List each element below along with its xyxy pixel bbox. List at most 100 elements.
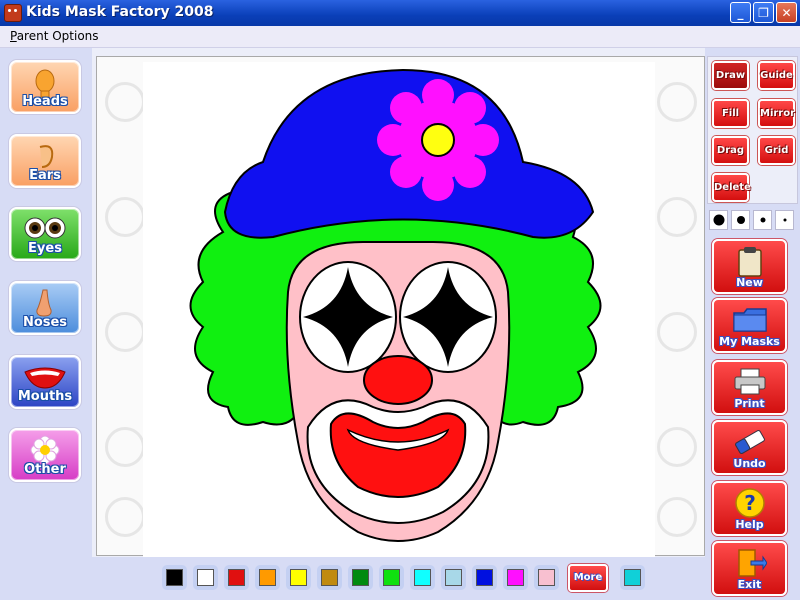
mouth-icon [24,367,66,389]
watermark-face-icon [657,82,697,122]
color-swatch[interactable] [286,565,311,590]
brush-size-tiny[interactable] [775,210,794,230]
color-chip [259,569,276,586]
watermark-face-icon [657,427,697,467]
color-chip [507,569,524,586]
close-button[interactable]: ✕ [776,2,797,23]
heads-label: Heads [22,94,68,109]
color-chip [321,569,338,586]
new-label: New [736,276,763,289]
other-button[interactable]: Other [9,428,81,482]
hat-flower[interactable] [377,79,499,201]
clown-left-eye[interactable] [299,261,397,373]
eyes-label: Eyes [28,241,62,256]
grid-tool-button[interactable]: Grid [758,136,795,165]
mirror-tool-button[interactable]: Mirror [758,99,795,128]
selected-color-swatch[interactable] [620,565,645,590]
mouths-button[interactable]: Mouths [9,355,81,409]
noses-label: Noses [22,315,68,330]
exit-label: Exit [737,578,762,591]
heads-button[interactable]: Heads [9,60,81,114]
color-chip [476,569,493,586]
eraser-icon [734,430,765,454]
color-swatch[interactable] [224,565,249,590]
mouths-label: Mouths [17,389,73,404]
watermark-face-icon [657,497,697,537]
print-button[interactable]: Print [712,360,787,415]
help-label: Help [735,518,764,531]
watermark-face-icon [105,82,145,122]
help-icon: ? [734,488,765,518]
watermark-face-icon [105,427,145,467]
brush-size-large[interactable] [709,210,728,230]
ears-label: Ears [29,168,61,183]
more-colors-button[interactable]: More [568,564,608,592]
color-swatch[interactable] [193,565,218,590]
menu-label: arent Options [16,29,99,43]
color-swatch[interactable] [472,565,497,590]
minimize-button[interactable]: _ [730,2,751,23]
menu-bar: Parent Options [0,26,800,48]
color-chip [228,569,245,586]
printer-icon [734,368,765,395]
other-label: Other [24,462,66,477]
title-bar: Kids Mask Factory 2008 _ ❐ ✕ [0,0,800,26]
color-swatch[interactable] [410,565,435,590]
color-chip [197,569,214,586]
exit-door-icon [737,549,767,577]
color-swatch[interactable] [503,565,528,590]
guide-tool-button[interactable]: Guide [758,61,795,90]
fill-tool-button[interactable]: Fill [712,99,749,128]
eyes-icon [24,217,66,239]
svg-text:?: ? [744,491,756,515]
color-swatch[interactable] [441,565,466,590]
print-label: Print [734,397,765,410]
brush-size-small[interactable] [753,210,772,230]
color-swatch[interactable] [348,565,373,590]
drag-tool-button[interactable]: Drag [712,136,749,165]
folder-icon [732,308,767,332]
draw-tool-button[interactable]: Draw [712,61,749,90]
watermark-face-icon [105,497,145,537]
menu-mnemonic: P [10,29,17,43]
app-icon [4,4,22,22]
color-swatch[interactable] [379,565,404,590]
eyes-button[interactable]: Eyes [9,207,81,261]
menu-parent-options[interactable]: Parent Options [10,29,99,43]
color-chip [538,569,555,586]
mask-paper[interactable] [143,62,655,557]
clown-right-eye[interactable] [399,261,497,373]
color-chip [352,569,369,586]
color-chip [290,569,307,586]
color-swatch[interactable] [162,565,187,590]
color-chip [414,569,431,586]
my-masks-label: My Masks [719,335,780,348]
brush-size-selector [709,210,795,232]
my-masks-button[interactable]: My Masks [712,298,787,353]
color-chip [445,569,462,586]
maximize-button[interactable]: ❐ [753,2,774,23]
noses-button[interactable]: Noses [9,281,81,335]
color-chip [166,569,183,586]
watermark-face-icon [105,197,145,237]
help-button[interactable]: ? Help [712,481,787,536]
new-button[interactable]: New [712,239,787,294]
ears-button[interactable]: Ears [9,134,81,188]
flower-icon [30,435,60,465]
clown-nose[interactable] [363,355,433,405]
delete-tool-button[interactable]: Delete [712,173,751,202]
color-swatch[interactable] [317,565,342,590]
color-chip [383,569,400,586]
flower-center [421,123,455,157]
color-swatch[interactable] [255,565,280,590]
clown-mask[interactable] [143,62,655,557]
undo-label: Undo [733,457,766,470]
watermark-face-icon [657,197,697,237]
exit-button[interactable]: Exit [712,541,787,596]
selected-color-chip [624,569,641,586]
window-title: Kids Mask Factory 2008 [26,4,214,20]
brush-size-medium[interactable] [731,210,750,230]
watermark-face-icon [105,312,145,352]
undo-button[interactable]: Undo [712,420,787,475]
color-swatch[interactable] [534,565,559,590]
